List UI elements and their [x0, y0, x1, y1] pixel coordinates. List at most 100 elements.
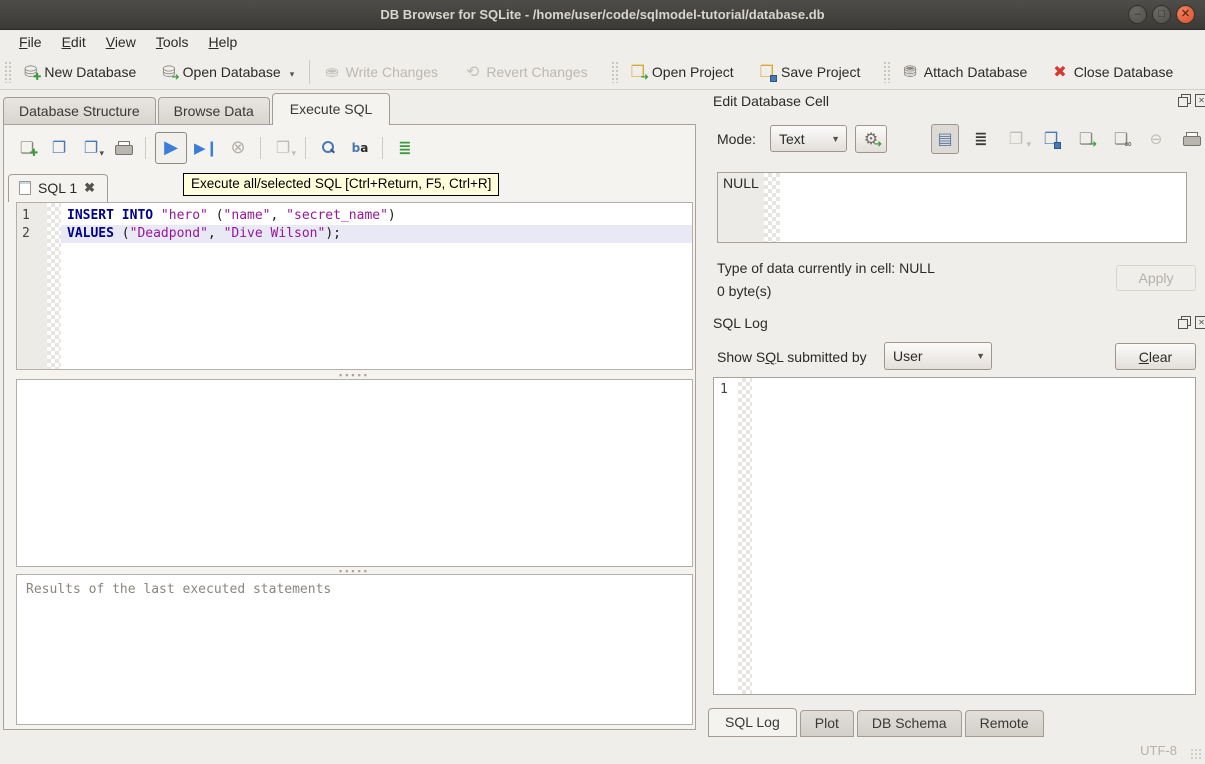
- find-replace-button[interactable]: ba: [347, 135, 373, 161]
- set-null-button[interactable]: ⊖: [1143, 126, 1169, 152]
- save-sql-file-button[interactable]: ❐ ▾: [78, 135, 104, 161]
- dock-float-icon[interactable]: [1178, 94, 1191, 107]
- open-database-menu-arrow[interactable]: ▾: [290, 69, 295, 80]
- database-save-icon: ⛂: [325, 64, 338, 80]
- tab-browse-data[interactable]: Browse Data: [158, 97, 270, 125]
- stop-icon: ⊗: [230, 140, 245, 156]
- toolbar-drag-handle[interactable]: [611, 61, 618, 83]
- mode-select[interactable]: Text ▼: [770, 125, 847, 152]
- export-data-button[interactable]: ❏➜: [1073, 126, 1099, 152]
- app-window: DB Browser for SQLite - /home/user/code/…: [0, 0, 1205, 764]
- text-mode-button[interactable]: ▤: [931, 124, 959, 154]
- cell-editor-text-area[interactable]: [780, 173, 1186, 242]
- open-sql-file-button[interactable]: ❐: [46, 135, 72, 161]
- open-database-label: Open Database: [183, 64, 281, 80]
- resize-grip[interactable]: [1190, 748, 1202, 760]
- tab-db-schema[interactable]: DB Schema: [857, 710, 962, 737]
- execute-sql-button[interactable]: ▶: [155, 132, 187, 164]
- main-toolbar: ⛁✚ New Database ⛁➜ Open Database ▾ ⛂ Wri…: [0, 54, 1205, 90]
- menu-file[interactable]: File: [10, 32, 51, 52]
- new-sql-tab-button[interactable]: ❏✚: [14, 135, 40, 161]
- write-changes-button[interactable]: ⛂ Write Changes: [316, 58, 447, 86]
- tab-close-icon[interactable]: ✖: [84, 180, 95, 196]
- attach-database-button[interactable]: ⛃ Attach Database: [894, 58, 1036, 86]
- dock-float-icon[interactable]: [1178, 316, 1191, 329]
- tab-remote[interactable]: Remote: [965, 710, 1044, 737]
- word-wrap-button[interactable]: ≣: [968, 126, 994, 152]
- open-file-icon: ❐: [52, 140, 66, 156]
- show-sql-label-part: L submitted by: [776, 349, 867, 365]
- sql-token: VALUES: [67, 226, 114, 241]
- sql-token: "Deadpond": [130, 226, 208, 241]
- main-tab-bar: Database Structure Browse Data Execute S…: [3, 94, 392, 125]
- code-area[interactable]: INSERT INTO "hero" ("name", "secret_name…: [61, 203, 692, 369]
- stop-execution-button[interactable]: ⊗: [225, 135, 251, 161]
- log-fold-margin: [738, 378, 752, 694]
- toolbar-separator: [260, 137, 261, 159]
- close-icon[interactable]: ✕: [1176, 5, 1195, 24]
- log-filter-select[interactable]: User ▼: [884, 342, 992, 370]
- menu-arrow-icon: ▾: [1026, 139, 1031, 150]
- tab-plot[interactable]: Plot: [800, 710, 854, 737]
- toolbar-separator: [382, 137, 383, 159]
- code-line-1: INSERT INTO "hero" ("name", "secret_name…: [61, 207, 692, 225]
- printer-icon: [1182, 132, 1200, 146]
- save-results-button[interactable]: ❐ ▾: [270, 135, 296, 161]
- copy-link-button[interactable]: ❏∞: [1108, 126, 1134, 152]
- apply-label: Apply: [1138, 270, 1173, 286]
- open-in-app-button[interactable]: ❐ ▾: [1003, 126, 1029, 152]
- execute-current-line-button[interactable]: ▶❙: [193, 135, 219, 161]
- save-project-label: Save Project: [781, 64, 860, 80]
- cell-type-info: Type of data currently in cell: NULL: [717, 260, 935, 276]
- cell-value-editor[interactable]: NULL: [717, 172, 1187, 243]
- execute-line-icon: ▶❙: [194, 140, 218, 156]
- open-database-button[interactable]: ⛁➜ Open Database ▾: [153, 58, 303, 86]
- tab-database-structure[interactable]: Database Structure: [3, 97, 156, 125]
- close-database-label: Close Database: [1074, 64, 1174, 80]
- apply-button[interactable]: Apply: [1116, 265, 1196, 291]
- box-arrow-icon: ❒➜: [631, 64, 645, 80]
- auto-apply-button[interactable]: ⚙➜: [855, 125, 887, 153]
- line-number: 2: [17, 225, 47, 243]
- maximize-icon[interactable]: □: [1152, 5, 1171, 24]
- cell-value: NULL: [718, 173, 764, 242]
- database-arrow-icon: ⛁➜: [162, 64, 175, 80]
- find-button[interactable]: [315, 135, 341, 161]
- word-wrap-icon: ≣: [974, 131, 987, 147]
- open-project-button[interactable]: ❒➜ Open Project: [622, 58, 743, 86]
- dock-close-icon[interactable]: ✕: [1195, 316, 1205, 329]
- execute-sql-panel: ❏✚ ❐ ❐ ▾ ▶ ▶❙: [3, 124, 696, 730]
- close-database-button[interactable]: ✖ Close Database: [1044, 58, 1182, 86]
- results-message-pane: Results of the last executed statements: [16, 574, 693, 725]
- sql-editor[interactable]: 1 2 INSERT INTO "hero" ("name", "secret_…: [16, 202, 693, 370]
- save-file-menu-arrow[interactable]: ▾: [99, 148, 104, 159]
- menu-tools[interactable]: Tools: [147, 32, 198, 52]
- format-sql-button[interactable]: ≣: [392, 135, 418, 161]
- save-project-button[interactable]: ❒ Save Project: [751, 58, 870, 86]
- dock-close-icon[interactable]: ✕: [1195, 94, 1205, 107]
- toolbar-drag-handle[interactable]: [4, 61, 11, 83]
- toolbar-drag-handle[interactable]: [883, 61, 890, 83]
- window-controls: – □ ✕: [1128, 5, 1195, 24]
- new-database-button[interactable]: ⛁✚ New Database: [15, 58, 145, 86]
- save-results-menu-arrow: ▾: [291, 148, 296, 159]
- sql-doc-tab[interactable]: SQL 1 ✖: [8, 174, 108, 202]
- sql-token: "secret_name": [286, 208, 388, 223]
- sql-log-view: 1: [713, 377, 1196, 695]
- revert-changes-label: Revert Changes: [486, 64, 587, 80]
- clear-log-button[interactable]: Clear: [1115, 343, 1196, 370]
- minimize-icon[interactable]: –: [1128, 5, 1147, 24]
- print-sql-button[interactable]: [110, 135, 136, 161]
- tab-execute-sql[interactable]: Execute SQL: [272, 93, 391, 125]
- menu-edit[interactable]: Edit: [53, 32, 95, 52]
- print-cell-button[interactable]: [1178, 126, 1204, 152]
- import-data-button[interactable]: ❐: [1038, 126, 1064, 152]
- revert-changes-button[interactable]: ⟲ Revert Changes: [457, 58, 597, 86]
- splitter-dots: ▪▪▪▪▪: [339, 569, 370, 573]
- tab-sql-log[interactable]: SQL Log: [708, 708, 797, 737]
- title-bar[interactable]: DB Browser for SQLite - /home/user/code/…: [0, 0, 1205, 30]
- link-window-icon: ❏∞: [1114, 131, 1128, 147]
- menu-help[interactable]: Help: [200, 32, 247, 52]
- menu-view[interactable]: View: [97, 32, 145, 52]
- splitter-handle[interactable]: ▪▪▪▪▪: [16, 371, 693, 379]
